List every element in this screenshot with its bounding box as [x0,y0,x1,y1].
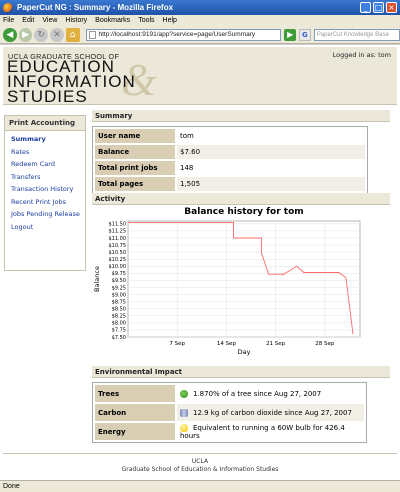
search-input[interactable]: PaperCut Knowledge Base [313,28,400,41]
footer-line-ucla: UCLA [191,458,209,465]
back-arrow-icon[interactable]: ◀ [3,27,17,42]
sidebar-item-jobs-pending-release[interactable]: Jobs Pending Release [5,208,85,221]
summary-label: Balance [95,145,175,159]
status-bar: Done [0,480,400,492]
sidebar-item-redeem-card[interactable]: Redeem Card [5,158,85,171]
y-tick-label: $10.25 [109,257,127,263]
x-tick-label: 14 Sep [217,341,237,347]
carbon-icon [180,408,188,417]
page-footer: UCLA Graduate School of Education & Info… [3,453,397,473]
page-icon [88,30,96,39]
summary-value: $7.60 [177,145,365,159]
tree-icon [180,389,188,398]
sidebar-item-transfers[interactable]: Transfers [5,171,85,184]
table-row: Trees 1.870% of a tree since Aug 27, 200… [95,385,364,402]
table-row: Energy Equivalent to running a 60W bulb … [95,423,364,440]
menu-tools[interactable]: Tools [138,17,154,24]
sidebar: Print Accounting Summary Rates Redeem Ca… [4,115,86,271]
y-axis-label: Balance [93,266,101,292]
table-row: Total print jobs 148 [95,161,365,175]
go-icon[interactable]: ▶ [284,28,297,41]
url-bar[interactable]: http://localhost:9191/app?service=page/U… [85,28,282,41]
chart-title: Balance history for tom [184,207,303,217]
table-row: User name tom [95,129,365,143]
menu-edit[interactable]: Edit [22,17,34,24]
y-tick-label: $9.25 [112,285,126,291]
menu-bookmarks[interactable]: Bookmarks [95,17,130,24]
y-tick-label: $9.00 [112,292,126,298]
y-tick-label: $7.75 [112,328,126,334]
y-tick-label: $10.00 [109,264,127,270]
summary-label: Total print jobs [95,161,175,175]
stop-icon[interactable]: ✕ [50,27,64,42]
x-tick-label: 28 Sep [315,341,335,347]
logo-studies: STUDIES [7,87,88,106]
minimize-button[interactable]: _ [360,2,371,13]
sidebar-heading: Print Accounting [5,116,85,131]
reload-icon[interactable]: ↻ [34,27,49,42]
summary-label: Total pages [95,177,175,191]
table-row: Balance $7.60 [95,145,365,159]
y-tick-label: $11.50 [109,222,127,228]
navigation-toolbar: ◀ ▶ ↻ ✕ ⌂ http://localhost:9191/app?serv… [0,26,400,44]
url-text: http://localhost:9191/app?service=page/U… [98,31,256,38]
summary-value: 1,505 [177,177,365,191]
sidebar-item-logout[interactable]: Logout [5,221,85,234]
window-title: PaperCut NG : Summary - Mozilla Firefox [17,3,174,12]
firefox-icon [3,2,13,13]
summary-value: 148 [177,161,365,175]
menu-bar: File Edit View History Bookmarks Tools H… [0,15,400,26]
summary-heading: Summary [92,110,390,122]
sidebar-item-recent-print-jobs[interactable]: Recent Print Jobs [5,196,85,209]
environment-heading: Environmental Impact [92,366,390,378]
x-axis-label: Day [238,348,251,356]
sidebar-item-rates[interactable]: Rates [5,146,85,159]
y-tick-label: $8.50 [112,307,126,313]
environment-label: Trees [95,385,175,402]
search-engine-icon[interactable]: G [299,28,311,41]
y-tick-label: $8.25 [112,314,126,320]
y-tick-label: $9.75 [112,271,126,277]
site-header: & UCLA GRADUATE SCHOOL OF EDUCATION INFO… [3,47,397,105]
logged-in-label: Logged in as: tom [332,51,391,59]
menu-help[interactable]: Help [163,17,177,24]
home-icon[interactable]: ⌂ [65,27,80,42]
environment-label: Carbon [95,404,175,421]
environment-label: Energy [95,423,175,440]
y-tick-label: $10.75 [109,243,127,249]
y-tick-label: $7.50 [112,335,126,341]
summary-label: User name [95,129,175,143]
menu-file[interactable]: File [3,17,14,24]
window-titlebar: PaperCut NG : Summary - Mozilla Firefox … [0,0,400,15]
footer-line-school: Graduate School of Education & Informati… [121,465,279,473]
menu-history[interactable]: History [65,17,87,24]
menu-view[interactable]: View [42,17,57,24]
page-content: & UCLA GRADUATE SCHOOL OF EDUCATION INFO… [0,45,400,480]
x-tick-label: 21 Sep [266,341,286,347]
y-tick-label: $8.00 [112,321,126,327]
maximize-button[interactable]: □ [373,2,384,13]
table-row: Carbon 12.9 kg of carbon dioxide since A… [95,404,364,421]
environment-value: 12.9 kg of carbon dioxide since Aug 27, … [193,408,352,417]
y-tick-label: $11.25 [109,229,127,235]
y-tick-label: $10.50 [109,250,127,256]
close-button[interactable]: × [386,2,397,13]
environment-value: 1.870% of a tree since Aug 27, 2007 [193,389,322,398]
y-tick-label: $8.75 [112,299,126,305]
summary-value: tom [177,129,365,143]
balance-chart: Balance history for tom$7.50$7.75$8.00$8… [93,207,361,356]
y-tick-label: $11.00 [109,236,127,242]
bulb-icon [180,423,188,432]
forward-arrow-icon[interactable]: ▶ [18,27,33,42]
sidebar-item-summary[interactable]: Summary [5,133,85,146]
x-tick-label: 7 Sep [169,341,185,347]
environment-value: Equivalent to running a 60W bulb for 426… [180,423,345,440]
table-row: Total pages 1,505 [95,177,365,191]
environment-table: Trees 1.870% of a tree since Aug 27, 200… [92,382,367,443]
summary-table: User name tom Balance $7.60 Total print … [92,126,368,194]
y-tick-label: $9.50 [112,278,126,284]
sidebar-item-transaction-history[interactable]: Transaction History [5,183,85,196]
